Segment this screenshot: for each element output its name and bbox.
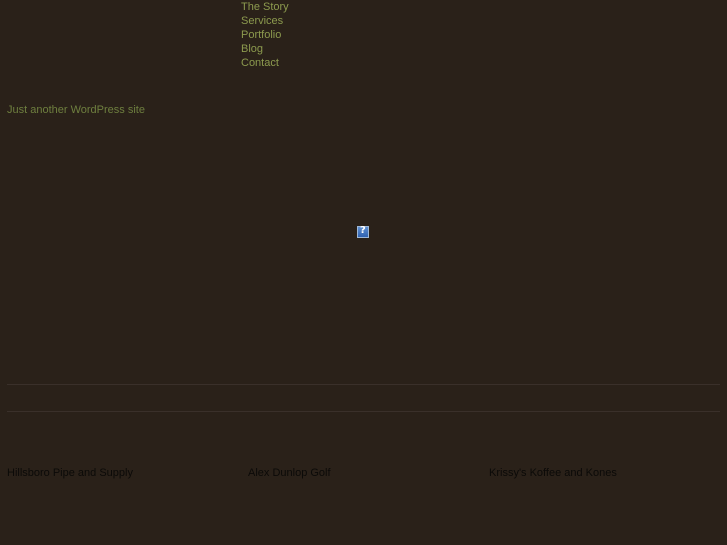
portfolio-clients: Hillsboro Pipe and Supply Alex Dunlop Go… [0,466,727,480]
nav-item-services: Services [241,14,289,28]
page: The Story Services Portfolio Blog Contac… [0,0,727,545]
client-link-hillsboro-pipe[interactable]: Hillsboro Pipe and Supply [7,466,133,480]
nav-link-blog[interactable]: Blog [241,43,263,55]
main-nav: The Story Services Portfolio Blog Contac… [241,0,289,70]
nav-link-contact[interactable]: Contact [241,57,279,69]
divider-top [7,384,720,385]
nav-link-services[interactable]: Services [241,15,283,27]
nav-item-portfolio: Portfolio [241,28,289,42]
nav-link-portfolio[interactable]: Portfolio [241,29,281,41]
nav-item-contact: Contact [241,56,289,70]
divider-bottom [7,411,720,412]
nav-link-the-story[interactable]: The Story [241,1,289,13]
nav-item-blog: Blog [241,42,289,56]
site-tagline: Just another WordPress site [7,104,145,116]
client-link-krissys-koffee[interactable]: Krissy's Koffee and Kones [489,466,617,480]
client-link-alex-dunlop-golf[interactable]: Alex Dunlop Golf [248,466,331,480]
broken-image-icon [357,225,369,238]
nav-item-the-story: The Story [241,0,289,14]
